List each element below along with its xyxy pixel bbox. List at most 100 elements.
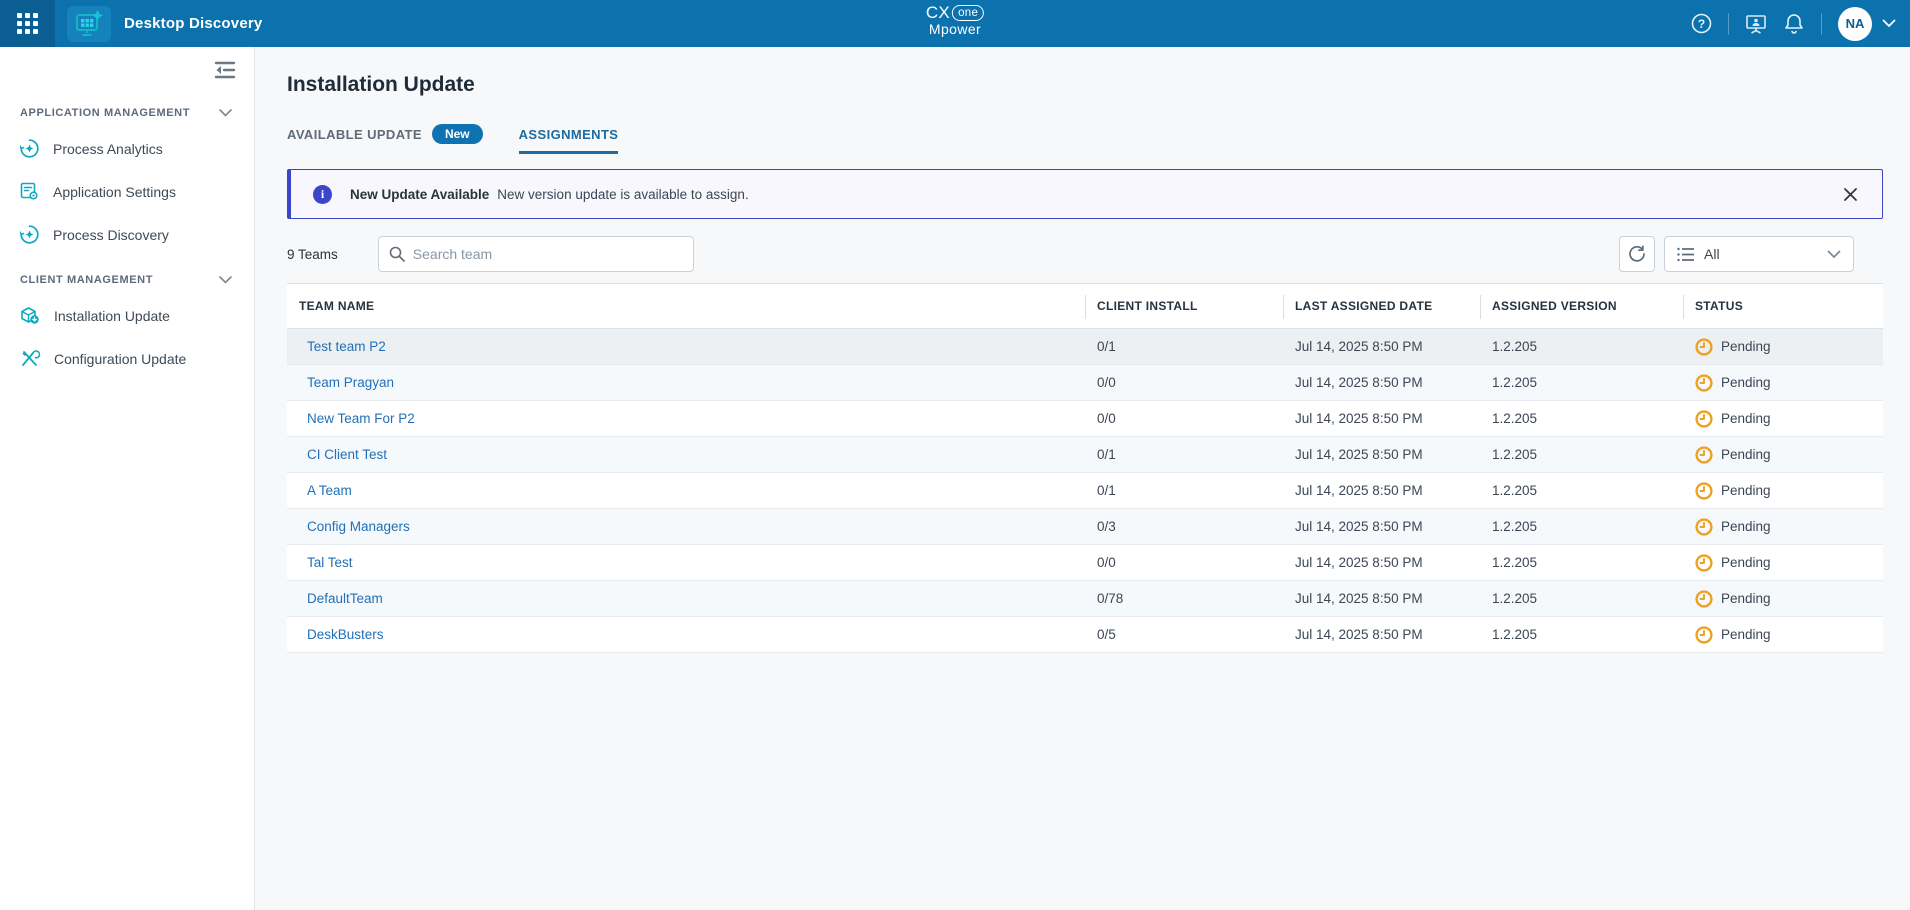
application-settings-icon xyxy=(20,182,39,201)
assigned-version-cell: 1.2.205 xyxy=(1480,473,1683,508)
last-assigned-date-cell: Jul 14, 2025 8:50 PM xyxy=(1283,437,1480,472)
table-row: Config Managers0/3Jul 14, 2025 8:50 PM1.… xyxy=(287,509,1883,545)
assigned-version-cell: 1.2.205 xyxy=(1480,545,1683,580)
team-link[interactable]: New Team For P2 xyxy=(307,411,415,426)
app-launcher-button[interactable] xyxy=(0,0,55,47)
column-header-last-assigned-date: LAST ASSIGNED DATE xyxy=(1283,284,1480,328)
user-menu-chevron[interactable] xyxy=(1882,19,1896,28)
section-header-client-management[interactable]: CLIENT MANAGEMENT xyxy=(0,274,254,286)
client-install-cell: 0/0 xyxy=(1085,401,1283,436)
filter-selected-value: All xyxy=(1704,246,1818,262)
notifications-button[interactable] xyxy=(1783,13,1805,35)
column-header-team-name: TEAM NAME xyxy=(287,284,1085,328)
column-header-status: STATUS xyxy=(1683,284,1883,328)
client-install-cell: 0/0 xyxy=(1085,365,1283,400)
last-assigned-date-cell: Jul 14, 2025 8:50 PM xyxy=(1283,329,1480,364)
section-label: CLIENT MANAGEMENT xyxy=(20,274,153,286)
team-link[interactable]: CI Client Test xyxy=(307,447,387,462)
logo-cx-text: CX xyxy=(926,4,950,22)
top-app-bar: Desktop Discovery CX one Mpower ? xyxy=(0,0,1910,47)
monitor-sparkle-icon xyxy=(74,10,104,38)
guide-button[interactable] xyxy=(1745,13,1767,35)
team-name-cell: Test team P2 xyxy=(287,329,1085,364)
table-row: Tal Test 0/0Jul 14, 2025 8:50 PM1.2.205Pe… xyxy=(287,545,1883,581)
pending-clock-icon xyxy=(1695,590,1713,608)
status-badge: Pending xyxy=(1721,339,1771,354)
sidebar-item-application-settings[interactable]: Application Settings xyxy=(0,170,254,213)
waffle-grid-icon xyxy=(17,13,38,34)
team-link[interactable]: Config Managers xyxy=(307,519,410,534)
pending-clock-icon xyxy=(1695,554,1713,572)
pending-clock-icon xyxy=(1695,410,1713,428)
status-filter-dropdown[interactable]: All xyxy=(1664,236,1854,272)
logo-one-bubble: one xyxy=(952,5,984,21)
column-header-assigned-version: ASSIGNED VERSION xyxy=(1480,284,1683,328)
chevron-down-icon xyxy=(219,276,232,284)
sidebar-item-configuration-update[interactable]: Configuration Update xyxy=(0,337,254,380)
client-install-cell: 0/1 xyxy=(1085,437,1283,472)
table-header-row: TEAM NAME CLIENT INSTALL LAST ASSIGNED D… xyxy=(287,283,1883,329)
table-row: DefaultTeam0/78Jul 14, 2025 8:50 PM1.2.2… xyxy=(287,581,1883,617)
team-link[interactable]: DeskBusters xyxy=(307,627,384,642)
pending-clock-icon xyxy=(1695,518,1713,536)
status-cell: Pending xyxy=(1683,401,1883,436)
assigned-version-cell: 1.2.205 xyxy=(1480,329,1683,364)
process-analytics-icon xyxy=(20,139,39,158)
banner-title: New Update Available xyxy=(350,187,489,202)
table-row: Team Pragyan0/0Jul 14, 2025 8:50 PM1.2.2… xyxy=(287,365,1883,401)
banner-close-button[interactable] xyxy=(1839,183,1862,206)
team-link[interactable]: DefaultTeam xyxy=(307,591,383,606)
configuration-update-icon xyxy=(20,349,40,368)
last-assigned-date-cell: Jul 14, 2025 8:50 PM xyxy=(1283,365,1480,400)
pending-clock-icon xyxy=(1695,482,1713,500)
status-badge: Pending xyxy=(1721,447,1771,462)
team-search xyxy=(378,236,694,272)
search-icon xyxy=(389,246,405,262)
sidebar-item-process-analytics[interactable]: Process Analytics xyxy=(0,127,254,170)
sidebar-item-label: Process Analytics xyxy=(53,141,163,157)
collapse-sidebar-button[interactable] xyxy=(214,61,236,79)
team-link[interactable]: A Team xyxy=(307,483,352,498)
client-install-cell: 0/0 xyxy=(1085,545,1283,580)
section-header-application-management[interactable]: APPLICATION MANAGEMENT xyxy=(0,107,254,119)
team-link[interactable]: Tal Test xyxy=(307,555,353,570)
tab-assignments[interactable]: ASSIGNMENTS xyxy=(519,127,619,154)
help-icon: ? xyxy=(1691,13,1712,34)
status-cell: Pending xyxy=(1683,545,1883,580)
status-badge: Pending xyxy=(1721,591,1771,606)
last-assigned-date-cell: Jul 14, 2025 8:50 PM xyxy=(1283,545,1480,580)
team-name-cell: Team Pragyan xyxy=(287,365,1085,400)
sidebar-item-installation-update[interactable]: Installation Update xyxy=(0,294,254,337)
refresh-button[interactable] xyxy=(1619,236,1655,272)
status-badge: Pending xyxy=(1721,483,1771,498)
status-cell: Pending xyxy=(1683,581,1883,616)
pending-clock-icon xyxy=(1695,446,1713,464)
user-avatar[interactable]: NA xyxy=(1838,7,1872,41)
last-assigned-date-cell: Jul 14, 2025 8:50 PM xyxy=(1283,473,1480,508)
last-assigned-date-cell: Jul 14, 2025 8:50 PM xyxy=(1283,581,1480,616)
app-title: Desktop Discovery xyxy=(124,15,262,32)
table-row: New Team For P20/0Jul 14, 2025 8:50 PM1.… xyxy=(287,401,1883,437)
topbar-divider xyxy=(1821,13,1822,35)
client-install-cell: 0/5 xyxy=(1085,617,1283,652)
table-row: CI Client Test0/1Jul 14, 2025 8:50 PM1.2… xyxy=(287,437,1883,473)
team-link[interactable]: Test team P2 xyxy=(307,339,386,354)
team-name-cell: Tal Test xyxy=(287,545,1085,580)
desktop-discovery-app-icon[interactable] xyxy=(67,6,111,42)
sidebar-item-process-discovery[interactable]: Process Discovery xyxy=(0,213,254,256)
search-team-input[interactable] xyxy=(413,246,683,262)
table-row: Test team P20/1Jul 14, 2025 8:50 PM1.2.2… xyxy=(287,329,1883,365)
status-badge: Pending xyxy=(1721,375,1771,390)
tab-available-update[interactable]: AVAILABLE UPDATE New xyxy=(287,124,483,156)
main-content: Installation Update AVAILABLE UPDATE New… xyxy=(255,47,1910,910)
pending-clock-icon xyxy=(1695,626,1713,644)
tab-label: ASSIGNMENTS xyxy=(519,127,619,142)
team-name-cell: DeskBusters xyxy=(287,617,1085,652)
new-badge: New xyxy=(432,124,483,144)
sidebar: APPLICATION MANAGEMENT Process Analytics xyxy=(0,47,255,910)
svg-text:?: ? xyxy=(1697,17,1704,31)
help-button[interactable]: ? xyxy=(1690,13,1712,35)
table-body: Test team P20/1Jul 14, 2025 8:50 PM1.2.2… xyxy=(287,329,1883,653)
table-toolbar: 9 Teams xyxy=(287,236,1883,272)
team-link[interactable]: Team Pragyan xyxy=(307,375,394,390)
